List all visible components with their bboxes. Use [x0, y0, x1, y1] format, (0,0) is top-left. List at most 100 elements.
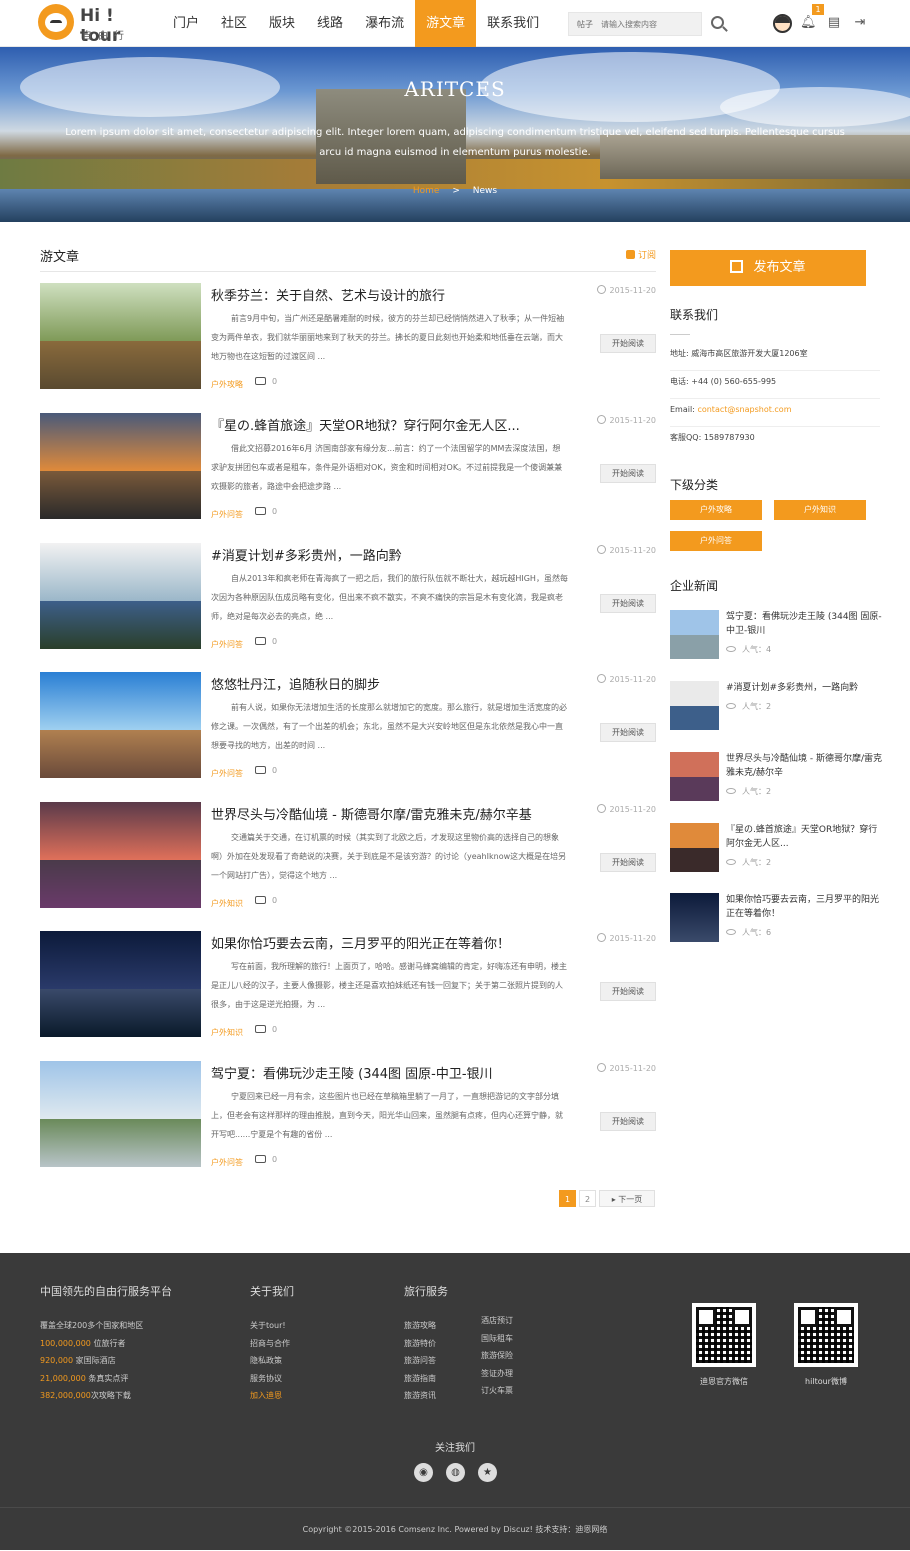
footer-link[interactable]: 签证办理 — [481, 1365, 513, 1383]
article-title[interactable]: #消夏计划#多彩贵州，一路向黔 — [211, 545, 571, 564]
category-button-guides[interactable]: 户外攻略 — [670, 500, 762, 520]
news-views: 人气：6 — [726, 927, 771, 938]
stat-label: 位旅行者 — [90, 1338, 126, 1348]
article-thumbnail[interactable] — [40, 543, 201, 649]
nav-item-contact[interactable]: 联系我们 — [476, 0, 550, 47]
nav-item-waterfall[interactable]: 瀑布流 — [354, 0, 415, 47]
nav-item-articles[interactable]: 游文章 — [415, 0, 477, 47]
logo[interactable]: Hi ! tour 自由行 — [38, 4, 148, 46]
news-views: 人气：2 — [726, 701, 771, 712]
news-item[interactable]: 驾宁夏：看佛玩沙走王陵 (344图 固原-中卫-银川 人气：4 — [670, 610, 882, 660]
article-excerpt: 交通篇关于交通，在订机票的时候（其实到了北欧之后，才发现这里物价高的选择自己的想… — [211, 833, 567, 880]
search-type-select[interactable]: 帖子 — [577, 19, 593, 30]
news-item[interactable]: #消夏计划#多彩贵州，一路向黔 人气：2 — [670, 681, 882, 731]
read-button[interactable]: 开始阅读 — [600, 982, 656, 1001]
social-links: ◉ ◍ ★ — [414, 1463, 497, 1482]
breadcrumb-home[interactable]: Home — [413, 186, 440, 196]
pagination: 1 2 ▸ 下一页 — [559, 1190, 655, 1207]
footer-link[interactable]: 旅游指南 — [404, 1370, 448, 1388]
article-category[interactable]: 户外问答 — [211, 509, 243, 520]
article-title[interactable]: 『星の.蜂首旅途』天堂OR地狱？穿行阿尔金无人区... — [211, 415, 571, 434]
weibo-icon[interactable]: ◉ — [414, 1463, 433, 1482]
footer-link[interactable]: 旅游攻略 — [404, 1317, 448, 1335]
nav-item-routes[interactable]: 线路 — [306, 0, 354, 47]
article-item: 秋季芬兰：关于自然、艺术与设计的旅行 2015-11-20 前言9月中旬，当广州… — [40, 283, 656, 389]
news-thumbnail — [670, 681, 719, 730]
article-thumbnail[interactable] — [40, 931, 201, 1037]
article-title[interactable]: 秋季芬兰：关于自然、艺术与设计的旅行 — [211, 285, 571, 304]
footer-link[interactable]: 服务协议 — [250, 1370, 294, 1388]
footer-link[interactable]: 旅游保险 — [481, 1347, 513, 1365]
subscribe-link[interactable]: 订阅 — [625, 248, 656, 261]
main-nav: 门户 社区 版块 线路 瀑布流 游文章 联系我们 — [162, 0, 550, 47]
comment-count: 0 — [255, 1155, 277, 1164]
article-thumbnail[interactable] — [40, 1061, 201, 1167]
footer-link[interactable]: 国际租车 — [481, 1330, 513, 1348]
footer-link[interactable]: 隐私政策 — [250, 1352, 294, 1370]
search-input[interactable] — [601, 17, 699, 32]
footer-link[interactable]: 酒店预订 — [481, 1312, 513, 1330]
banner-title: ARITCES — [404, 77, 506, 101]
logout-icon[interactable]: ⇥ — [853, 16, 867, 30]
footer-stat: 100,000,000 位旅行者 — [40, 1335, 172, 1353]
star-icon[interactable]: ★ — [478, 1463, 497, 1482]
search-icon[interactable] — [711, 16, 724, 29]
contact-email: Email: contact@snapshot.com — [670, 399, 880, 427]
news-item[interactable]: 世界尽头与冷酷仙境 - 斯德哥尔摩/雷克雅未克/赫尔辛 人气：2 — [670, 752, 882, 802]
contact-address: 地址: 威海市高区旅游开发大厦1206室 — [670, 343, 880, 371]
read-button[interactable]: 开始阅读 — [600, 1112, 656, 1131]
read-button[interactable]: 开始阅读 — [600, 723, 656, 742]
email-link[interactable]: contact@snapshot.com — [697, 405, 791, 414]
search-box: 帖子 — [568, 12, 702, 36]
read-button[interactable]: 开始阅读 — [600, 853, 656, 872]
article-thumbnail[interactable] — [40, 802, 201, 908]
article-date-text: 2015-11-20 — [609, 416, 657, 425]
article-title[interactable]: 驾宁夏：看佛玩沙走王陵 (344图 固原-中卫-银川 — [211, 1063, 571, 1082]
article-title[interactable]: 悠悠牡丹江，追随秋日的脚步 — [211, 674, 571, 693]
page-1-button[interactable]: 1 — [559, 1190, 576, 1207]
news-item[interactable]: 如果你恰巧要去云南，三月罗平的阳光正在等着你！ 人气：6 — [670, 893, 882, 943]
article-category[interactable]: 户外问答 — [211, 1157, 243, 1168]
footer-link[interactable]: 旅游资讯 — [404, 1387, 448, 1405]
clock-icon — [596, 933, 606, 942]
article-category[interactable]: 户外问答 — [211, 768, 243, 779]
publish-article-button[interactable]: 发布文章 — [670, 250, 866, 286]
footer-link[interactable]: 订火车票 — [481, 1382, 513, 1400]
read-button[interactable]: 开始阅读 — [600, 334, 656, 353]
news-views-text: 人气：6 — [742, 928, 772, 937]
footer-link[interactable]: 招商与合作 — [250, 1335, 294, 1353]
clipboard-icon[interactable]: ▤ — [827, 16, 841, 30]
article-category[interactable]: 户外攻略 — [211, 379, 243, 390]
article-title[interactable]: 世界尽头与冷酷仙境 - 斯德哥尔摩/雷克雅未克/赫尔辛基 — [211, 804, 571, 823]
article-date: 2015-11-20 — [596, 545, 656, 555]
read-button[interactable]: 开始阅读 — [600, 464, 656, 483]
article-date: 2015-11-20 — [596, 933, 657, 943]
category-button-qa[interactable]: 户外问答 — [670, 531, 762, 551]
nav-item-forums[interactable]: 版块 — [258, 0, 306, 47]
category-button-knowledge[interactable]: 户外知识 — [774, 500, 866, 520]
article-thumbnail[interactable] — [40, 283, 201, 389]
article-item: 驾宁夏：看佛玩沙走王陵 (344图 固原-中卫-银川 2015-11-20 宁夏… — [40, 1061, 656, 1167]
footer-link[interactable]: 旅游特价 — [404, 1335, 448, 1353]
wechat-icon[interactable]: ◍ — [446, 1463, 465, 1482]
news-item[interactable]: 『星の.蜂首旅途』天堂OR地狱？穿行阿尔金无人区... 人气：2 — [670, 823, 882, 873]
contact-qq: 客服QQ: 1589787930 — [670, 433, 755, 442]
footer-link[interactable]: 旅游问答 — [404, 1352, 448, 1370]
article-date-text: 2015-11-20 — [609, 934, 657, 943]
avatar[interactable] — [773, 14, 792, 33]
article-category[interactable]: 户外知识 — [211, 898, 243, 909]
footer-join-link[interactable]: 加入迪恩 — [250, 1387, 294, 1405]
page-2-button[interactable]: 2 — [579, 1190, 596, 1207]
article-title[interactable]: 如果你恰巧要去云南，三月罗平的阳光正在等着你！ — [211, 933, 571, 952]
article-thumbnail[interactable] — [40, 672, 201, 778]
nav-item-portal[interactable]: 门户 — [162, 0, 210, 47]
next-page-button[interactable]: ▸ 下一页 — [599, 1190, 655, 1207]
read-button[interactable]: 开始阅读 — [600, 594, 656, 613]
nav-item-community[interactable]: 社区 — [210, 0, 258, 47]
article-thumbnail[interactable] — [40, 413, 201, 519]
article-category[interactable]: 户外问答 — [211, 639, 243, 650]
footer-link[interactable]: 关于tour! — [250, 1317, 294, 1335]
article-list: 游文章 订阅 秋季芬兰：关于自然、艺术与设计的旅行 2015-11-20 前言9… — [40, 242, 656, 1207]
article-category[interactable]: 户外知识 — [211, 1027, 243, 1038]
bell-icon[interactable]: 🔔︎ — [800, 16, 817, 30]
